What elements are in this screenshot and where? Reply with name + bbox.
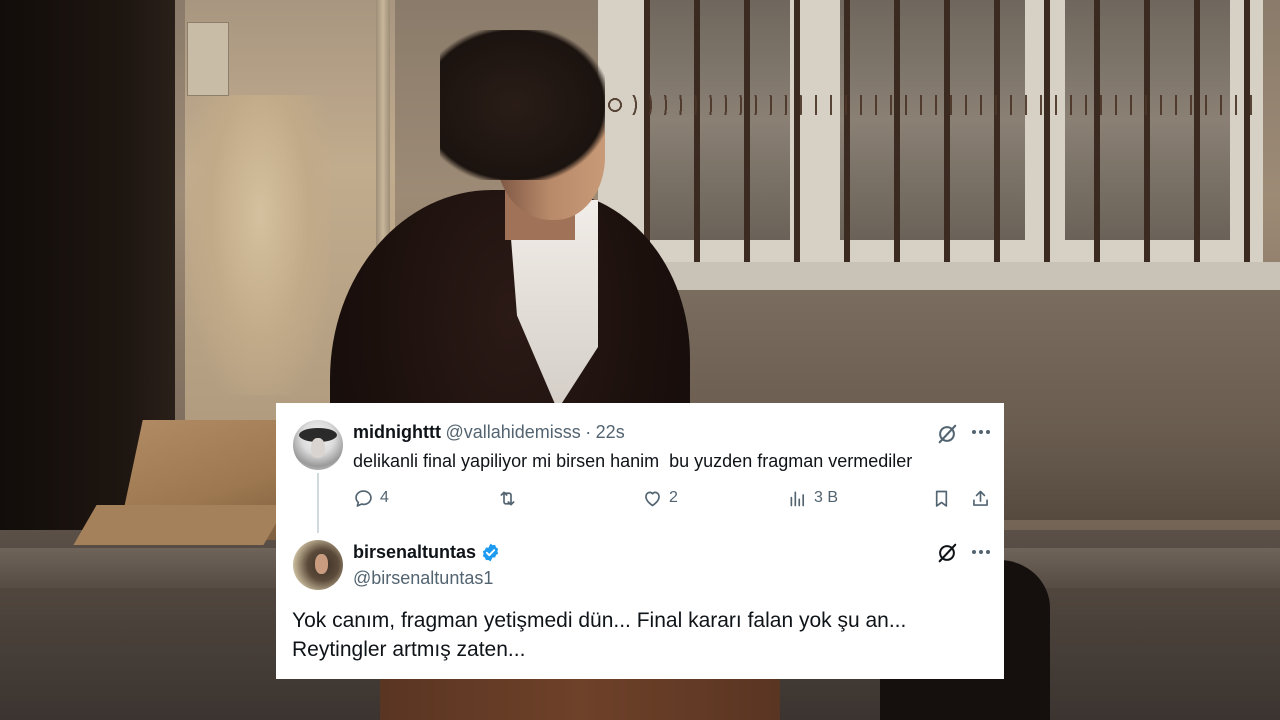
display-name[interactable]: midnighttt	[353, 422, 441, 442]
share-icon	[973, 490, 988, 506]
tweet-text-line: Reytingler artmış zaten...	[292, 638, 526, 661]
cardboard	[73, 505, 287, 545]
views-count: 3 B	[814, 489, 839, 506]
dot	[986, 430, 990, 434]
avatar[interactable]	[293, 420, 343, 470]
dot	[972, 430, 976, 434]
wall-plate	[187, 22, 229, 96]
man-hair	[440, 30, 605, 180]
more-dots-icon[interactable]	[970, 421, 992, 443]
timestamp[interactable]: 22s	[596, 422, 625, 442]
like-count: 2	[669, 489, 678, 506]
dot	[979, 550, 983, 554]
grok-icon[interactable]	[936, 423, 958, 445]
drain-pipe	[376, 0, 390, 260]
like-button[interactable]: 2	[642, 483, 678, 513]
tweet-text-line: Yok canım, fragman yetişmedi dün... Fina…	[292, 609, 907, 632]
dot	[986, 550, 990, 554]
retweet-button[interactable]	[497, 483, 524, 513]
grok-icon[interactable]	[936, 542, 958, 564]
avatar-face	[311, 438, 325, 458]
views-button[interactable]: 3 B	[787, 483, 838, 513]
reply-icon	[355, 489, 372, 507]
window-ornament	[600, 95, 1260, 115]
window-bars	[600, 0, 1260, 285]
tweet-header: birsenaltuntas	[353, 541, 501, 563]
tweet-header: midnighttt @vallahidemisss · 22s	[353, 421, 625, 445]
retweet-icon	[500, 491, 515, 505]
avatar-face	[315, 554, 328, 574]
reply-button[interactable]: 4	[353, 483, 389, 513]
more-dots-icon[interactable]	[970, 541, 992, 563]
handle[interactable]: @birsenaltuntas1	[353, 567, 493, 589]
verified-badge-icon	[482, 543, 499, 561]
tweet-text: delikanli final yapiliyor mi birsen hani…	[353, 451, 913, 471]
dot	[979, 430, 983, 434]
bookmark-icon	[935, 490, 948, 507]
tweet-text: Yok canım, fragman yetişmedi dün... Fina…	[292, 606, 982, 664]
chair	[380, 672, 780, 720]
window-ledge	[598, 262, 1280, 290]
reply-count: 4	[380, 489, 389, 506]
share-button[interactable]	[970, 483, 991, 513]
avatar[interactable]	[293, 540, 343, 590]
separator: ·	[585, 422, 592, 442]
tweet-actions: 4 2 3 B	[276, 483, 1004, 513]
tweet-thread-card: midnighttt @vallahidemisss · 22s delikan…	[276, 403, 1004, 679]
heart-icon	[645, 491, 660, 506]
views-chart-icon	[790, 491, 805, 506]
wall-stain	[190, 95, 330, 395]
bookmark-button[interactable]	[931, 483, 952, 513]
handle[interactable]: @vallahidemisss	[445, 422, 580, 442]
display-name[interactable]: birsenaltuntas	[353, 541, 476, 563]
dot	[972, 550, 976, 554]
